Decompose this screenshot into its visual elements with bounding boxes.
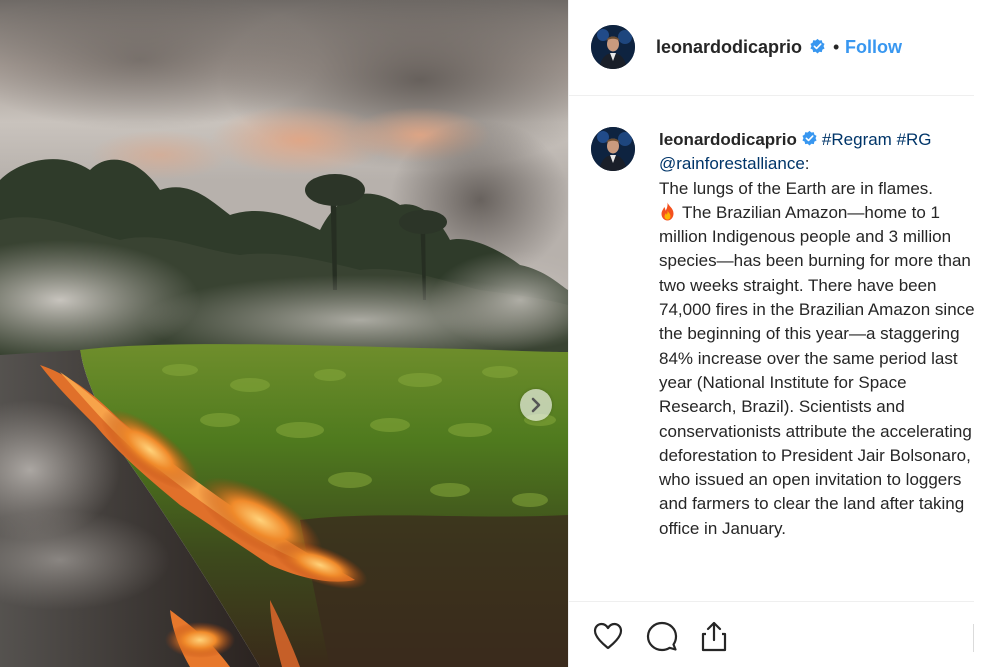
- like-button[interactable]: [591, 619, 625, 653]
- next-photo-button[interactable]: [520, 389, 552, 421]
- post-header: leonardodicaprio • Follow: [569, 0, 975, 96]
- amazon-fire-photo: [0, 0, 568, 667]
- share-icon: [701, 621, 727, 652]
- post-actions-bar: [569, 601, 975, 668]
- mention-suffix: :: [804, 154, 810, 174]
- comment-button[interactable]: [645, 619, 679, 653]
- hashtag-rg[interactable]: #RG: [897, 130, 932, 149]
- follow-button[interactable]: Follow: [845, 36, 902, 58]
- caption-username[interactable]: leonardodicaprio: [659, 130, 797, 149]
- hashtag-regram[interactable]: #Regram: [822, 130, 892, 149]
- heart-icon: [593, 622, 623, 650]
- avatar[interactable]: [591, 127, 635, 171]
- fire-emoji-icon: [661, 202, 674, 221]
- caption-comment: leonardodicaprio #Regram #RG @rainforest…: [569, 96, 975, 601]
- comment-icon: [646, 621, 678, 652]
- profile-photo: [591, 25, 635, 69]
- post-photo[interactable]: [0, 0, 568, 667]
- mention-rainforestalliance[interactable]: @rainforestalliance: [659, 154, 805, 173]
- verified-badge-icon: [802, 130, 817, 146]
- chevron-right-icon: [531, 397, 541, 413]
- profile-photo: [591, 127, 635, 171]
- share-button[interactable]: [697, 619, 731, 653]
- caption-text: leonardodicaprio #Regram #RG @rainforest…: [659, 128, 977, 541]
- page-background: [974, 0, 1000, 667]
- post-side-panel: leonardodicaprio • Follow leonardodicapr…: [568, 0, 975, 667]
- verified-badge-icon: [810, 38, 825, 54]
- caption-body: The Brazilian Amazon—home to 1 million I…: [659, 202, 975, 538]
- caption-line1: The lungs of the Earth are in flames.: [659, 178, 934, 198]
- post-author-username[interactable]: leonardodicaprio: [656, 36, 802, 58]
- avatar[interactable]: [591, 25, 635, 69]
- separator-dot: •: [833, 37, 840, 57]
